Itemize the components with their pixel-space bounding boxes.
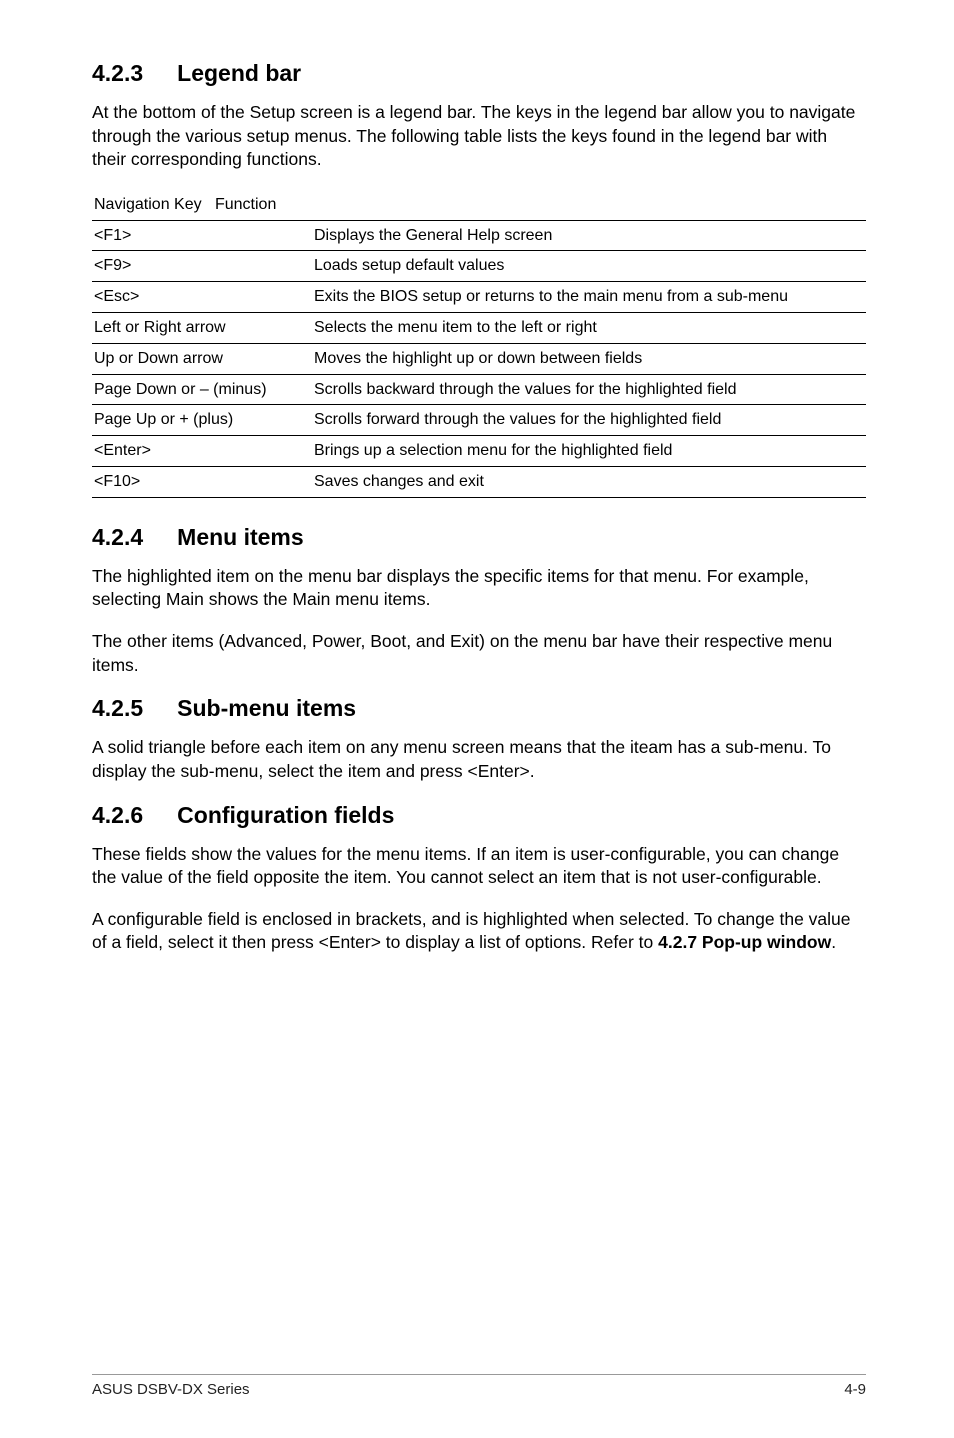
table-row: Page Up or + (plus) Scrolls forward thro… bbox=[92, 405, 866, 436]
heading-menu-items: 4.2.4 Menu items bbox=[92, 524, 866, 551]
paragraph-menu-items-1: The highlighted item on the menu bar dis… bbox=[92, 565, 866, 612]
heading-legend-bar: 4.2.3 Legend bar bbox=[92, 60, 866, 87]
key-cell: <F10> bbox=[92, 467, 312, 498]
page-footer: ASUS DSBV-DX Series 4-9 bbox=[92, 1374, 866, 1398]
fn-cell: Scrolls backward through the values for … bbox=[312, 374, 866, 405]
heading-number: 4.2.6 bbox=[92, 802, 143, 829]
heading-title: Sub-menu items bbox=[177, 695, 356, 721]
heading-title: Legend bar bbox=[177, 60, 301, 86]
table-row: <F9> Loads setup default values bbox=[92, 251, 866, 282]
table-row: <Enter> Brings up a selection menu for t… bbox=[92, 436, 866, 467]
heading-configuration-fields: 4.2.6 Configuration fields bbox=[92, 802, 866, 829]
heading-number: 4.2.5 bbox=[92, 695, 143, 722]
table-row: Page Down or – (minus) Scrolls backward … bbox=[92, 374, 866, 405]
fn-cell: Loads setup default values bbox=[312, 251, 866, 282]
paragraph-submenu: A solid triangle before each item on any… bbox=[92, 736, 866, 783]
navigation-key-table: Navigation Key Function <F1> Displays th… bbox=[92, 190, 866, 498]
table-row: Left or Right arrow Selects the menu ite… bbox=[92, 313, 866, 344]
fn-cell: Displays the General Help screen bbox=[312, 220, 866, 251]
footer-left: ASUS DSBV-DX Series bbox=[92, 1381, 250, 1398]
paragraph-legend-bar: At the bottom of the Setup screen is a l… bbox=[92, 101, 866, 172]
table-header-key-text: Navigation Key bbox=[94, 196, 202, 213]
table-row: <F1> Displays the General Help screen bbox=[92, 220, 866, 251]
key-cell: <Enter> bbox=[92, 436, 312, 467]
paragraph-config-2-c: . bbox=[831, 932, 836, 952]
fn-cell: Selects the menu item to the left or rig… bbox=[312, 313, 866, 344]
heading-title: Menu items bbox=[177, 524, 304, 550]
key-cell: <Esc> bbox=[92, 282, 312, 313]
key-cell: Left or Right arrow bbox=[92, 313, 312, 344]
key-cell: <F1> bbox=[92, 220, 312, 251]
heading-title: Configuration fields bbox=[177, 802, 394, 828]
table-row: Up or Down arrow Moves the highlight up … bbox=[92, 343, 866, 374]
table-header-fn-text: Function bbox=[215, 196, 276, 213]
heading-number: 4.2.3 bbox=[92, 60, 143, 87]
key-cell: Up or Down arrow bbox=[92, 343, 312, 374]
paragraph-config-2: A configurable field is enclosed in brac… bbox=[92, 908, 866, 955]
heading-number: 4.2.4 bbox=[92, 524, 143, 551]
table-row: <Esc> Exits the BIOS setup or returns to… bbox=[92, 282, 866, 313]
key-cell: Page Down or – (minus) bbox=[92, 374, 312, 405]
paragraph-config-1: These fields show the values for the men… bbox=[92, 843, 866, 890]
key-cell: Page Up or + (plus) bbox=[92, 405, 312, 436]
page-container: 4.2.3 Legend bar At the bottom of the Set… bbox=[0, 0, 954, 1438]
footer-right: 4-9 bbox=[844, 1381, 866, 1398]
table-header-row: Navigation Key Function bbox=[92, 190, 866, 220]
fn-cell: Moves the highlight up or down between f… bbox=[312, 343, 866, 374]
table-header-empty bbox=[312, 190, 866, 220]
paragraph-menu-items-2: The other items (Advanced, Power, Boot, … bbox=[92, 630, 866, 677]
table-header-key: Navigation Key Function bbox=[92, 190, 312, 220]
fn-cell: Exits the BIOS setup or returns to the m… bbox=[312, 282, 866, 313]
heading-submenu-items: 4.2.5 Sub-menu items bbox=[92, 695, 866, 722]
table-row: <F10> Saves changes and exit bbox=[92, 467, 866, 498]
fn-cell: Scrolls forward through the values for t… bbox=[312, 405, 866, 436]
paragraph-config-2-bold: 4.2.7 Pop-up window bbox=[658, 932, 831, 952]
key-cell: <F9> bbox=[92, 251, 312, 282]
fn-cell: Saves changes and exit bbox=[312, 467, 866, 498]
fn-cell: Brings up a selection menu for the highl… bbox=[312, 436, 866, 467]
